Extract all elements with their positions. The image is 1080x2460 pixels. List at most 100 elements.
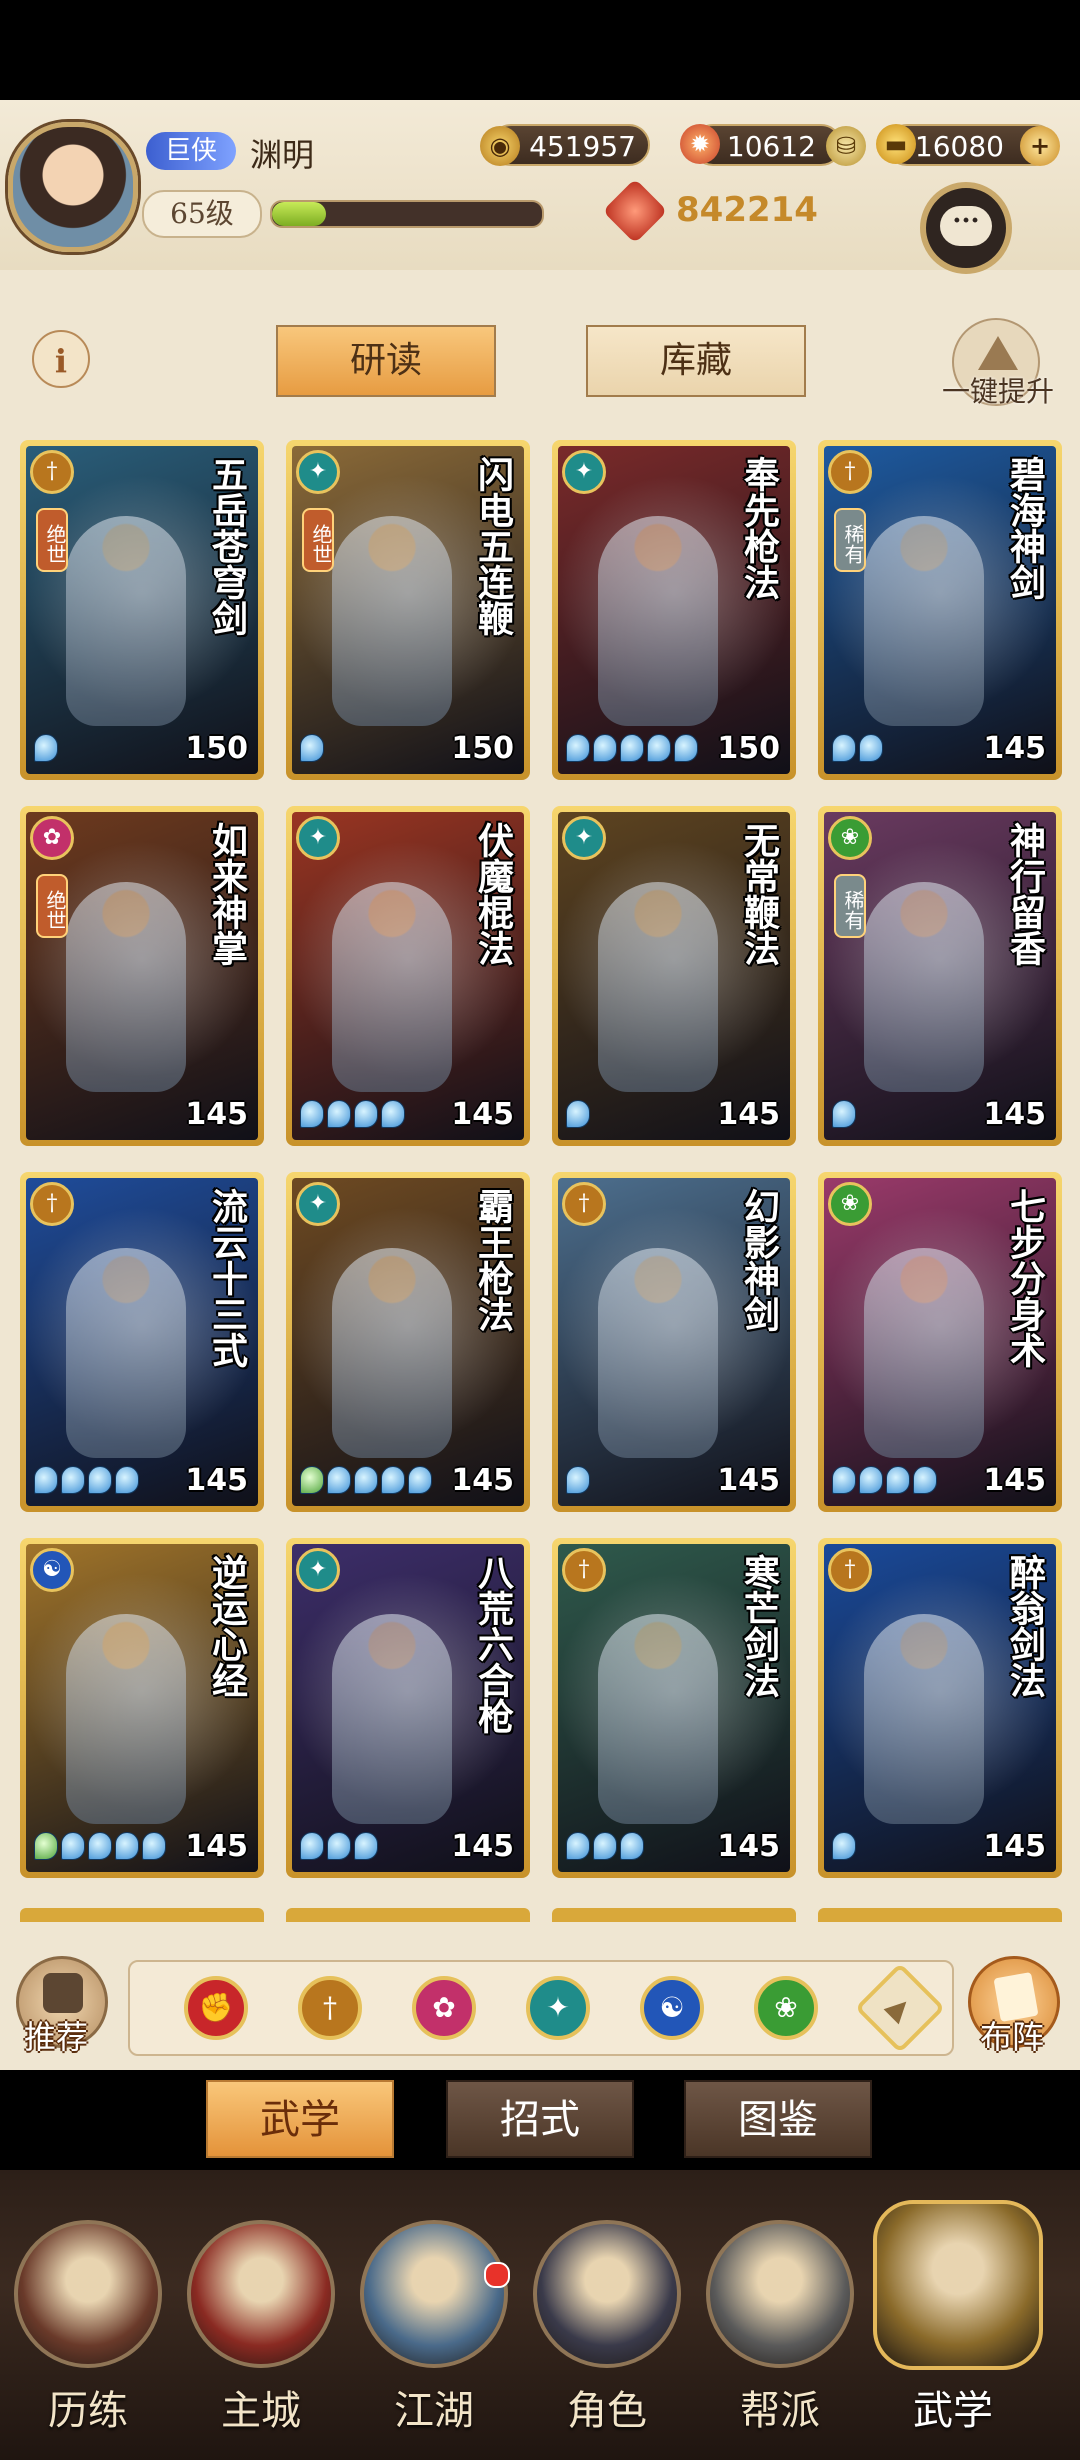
sword-school-icon: † (828, 1548, 872, 1592)
star-gems (300, 1100, 408, 1130)
player-avatar[interactable] (8, 122, 138, 252)
card-level: 145 (983, 731, 1046, 766)
blue-gem-icon (593, 734, 617, 762)
blue-gem-icon (381, 1466, 405, 1494)
blue-gem-icon (327, 1100, 351, 1128)
nav-5-icon[interactable] (873, 2200, 1043, 2370)
martial-card[interactable]: ❀ 七步分身术 145 (818, 1172, 1062, 1512)
nav-label[interactable]: 历练 (8, 2378, 168, 2436)
card-title: 五岳苍穹剑 (206, 456, 248, 636)
add-gold-button[interactable]: + (1020, 126, 1060, 166)
red-fist-filter-icon[interactable]: ✊ (184, 1976, 248, 2040)
next-row-peek (20, 1908, 1062, 1922)
nav-label[interactable]: 主城 (181, 2378, 341, 2436)
martial-card[interactable]: ❀ 稀有 神行留香 145 (818, 806, 1062, 1146)
teal-fan-filter-icon[interactable]: ✦ (526, 1976, 590, 2040)
blue-gem-icon (832, 1100, 856, 1128)
martial-card[interactable]: † 绝世 五岳苍穹剑 150 (20, 440, 264, 780)
nav-label[interactable]: 江湖 (354, 2378, 514, 2436)
star-gems (832, 734, 886, 764)
martial-card[interactable]: † 流云十三式 145 (20, 1172, 264, 1512)
nav-3-icon[interactable] (533, 2220, 681, 2368)
nav-label[interactable]: 帮派 (700, 2378, 860, 2436)
green-school-icon: ❀ (828, 1182, 872, 1226)
character-figure (864, 1614, 984, 1824)
green-swirl-filter-icon[interactable]: ❀ (754, 1976, 818, 2040)
tab-study[interactable]: 研读 (276, 325, 496, 397)
character-figure (66, 1248, 186, 1458)
martial-card[interactable]: ☯ 逆运心经 145 (20, 1538, 264, 1878)
card-art: ✦ 伏魔棍法 145 (292, 812, 524, 1140)
blue-school-icon: ☯ (30, 1548, 74, 1592)
teal-school-icon: ✦ (296, 450, 340, 494)
card-art: † 流云十三式 145 (26, 1178, 258, 1506)
sword-school-icon: † (562, 1182, 606, 1226)
blue-gem-icon (620, 1832, 644, 1860)
card-title: 碧海神剑 (1004, 456, 1046, 600)
nav-1-icon[interactable] (187, 2220, 335, 2368)
subtab-martial[interactable]: 武学 (206, 2080, 394, 2158)
character-figure (864, 516, 984, 726)
star-gems (566, 1100, 593, 1130)
card-level: 145 (717, 1829, 780, 1864)
info-button[interactable]: i (32, 330, 90, 388)
martial-card[interactable]: † 幻影神剑 145 (552, 1172, 796, 1512)
blue-gem-icon (566, 1466, 590, 1494)
martial-card[interactable]: ✦ 霸王枪法 145 (286, 1172, 530, 1512)
ingot-flame-icon: ✹ (680, 124, 720, 164)
subtab-atlas[interactable]: 图鉴 (684, 2080, 872, 2158)
sword-filter-icon[interactable]: † (298, 1976, 362, 2040)
status-bar (0, 0, 1080, 100)
blue-gem-icon (620, 734, 644, 762)
nav-4-icon[interactable] (706, 2220, 854, 2368)
blue-gem-icon (34, 734, 58, 762)
blue-yinyang-filter-icon[interactable]: ☯ (640, 1976, 704, 2040)
martial-card[interactable]: ✿ 绝世 如来神掌 145 (20, 806, 264, 1146)
card-art: ❀ 稀有 神行留香 145 (824, 812, 1056, 1140)
card-level: 145 (451, 1829, 514, 1864)
blue-gem-icon (142, 1832, 166, 1860)
card-level: 145 (983, 1097, 1046, 1132)
card-level: 145 (717, 1097, 780, 1132)
blue-gem-icon (647, 734, 671, 762)
nav-label[interactable]: 角色 (527, 2378, 687, 2436)
card-title: 流云十三式 (206, 1188, 248, 1368)
pink-palm-filter-icon[interactable]: ✿ (412, 1976, 476, 2040)
martial-card[interactable]: ✦ 绝世 闪电五连鞭 150 (286, 440, 530, 780)
martial-card[interactable]: † 醉翁剑法 145 (818, 1538, 1062, 1878)
card-level: 145 (451, 1463, 514, 1498)
card-title: 闪电五连鞭 (472, 456, 514, 636)
martial-card[interactable]: ✦ 奉先枪法 150 (552, 440, 796, 780)
card-art: ❀ 七步分身术 145 (824, 1178, 1056, 1506)
teal-school-icon: ✦ (562, 450, 606, 494)
nav-0-icon[interactable] (14, 2220, 162, 2368)
chat-button[interactable]: ··· (920, 182, 1012, 274)
star-gems (832, 1100, 859, 1130)
blue-gem-icon (408, 1466, 432, 1494)
blue-gem-icon (327, 1832, 351, 1860)
card-art: ✦ 八荒六合枪 145 (292, 1544, 524, 1872)
martial-card[interactable]: † 寒芒剑法 145 (552, 1538, 796, 1878)
upgrade-arrow-icon (978, 336, 1018, 370)
blue-gem-icon (674, 734, 698, 762)
nav-2-icon[interactable] (360, 2220, 508, 2368)
card-title: 伏魔棍法 (472, 822, 514, 966)
subtab-moves[interactable]: 招式 (446, 2080, 634, 2158)
martial-card[interactable]: ✦ 伏魔棍法 145 (286, 806, 530, 1146)
card-level: 150 (185, 731, 248, 766)
martial-card[interactable]: ✦ 八荒六合枪 145 (286, 1538, 530, 1878)
star-gems (300, 1832, 381, 1862)
exchange-icon[interactable]: ⛁ (826, 126, 866, 166)
green-gem-icon (300, 1466, 324, 1494)
blue-gem-icon (832, 734, 856, 762)
star-gems (832, 1832, 859, 1862)
blue-gem-icon (327, 1466, 351, 1494)
martial-card[interactable]: ✦ 无常鞭法 145 (552, 806, 796, 1146)
tab-storage[interactable]: 库藏 (586, 325, 806, 397)
teal-school-icon: ✦ (296, 1548, 340, 1592)
rarity-tag: 稀有 (834, 874, 866, 938)
card-art: ✦ 无常鞭法 145 (558, 812, 790, 1140)
card-level: 150 (451, 731, 514, 766)
nav-label[interactable]: 武学 (873, 2378, 1033, 2436)
martial-card[interactable]: † 稀有 碧海神剑 145 (818, 440, 1062, 780)
